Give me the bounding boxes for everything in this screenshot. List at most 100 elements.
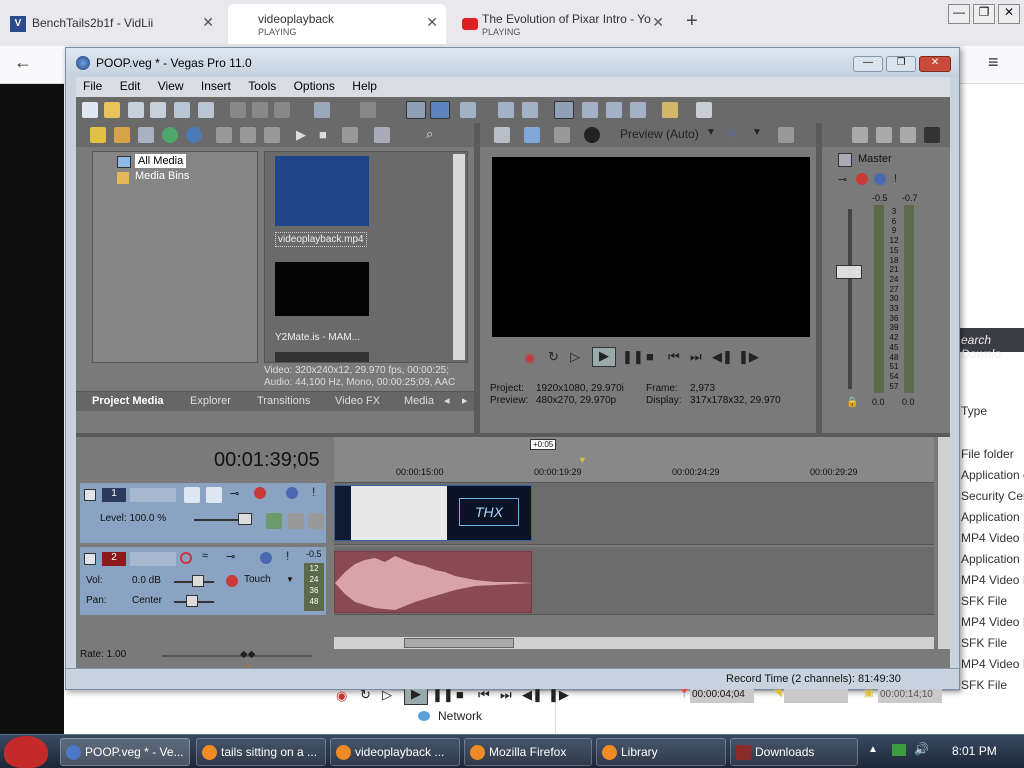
close-tab-icon[interactable]: ✕ bbox=[202, 14, 214, 31]
master-fader-handle[interactable] bbox=[836, 265, 862, 279]
get-media-icon[interactable] bbox=[138, 127, 154, 143]
invert-phase-icon[interactable]: ≈ bbox=[202, 550, 208, 562]
snap-icon[interactable] bbox=[460, 102, 476, 118]
volume-icon[interactable]: 🔊 bbox=[914, 742, 929, 756]
solo-icon[interactable]: ! bbox=[894, 173, 897, 185]
lock-envelopes-icon[interactable] bbox=[522, 102, 538, 118]
tab-project-media[interactable]: Project Media bbox=[92, 395, 164, 407]
tab-scroll-left-icon[interactable]: ◂ bbox=[444, 394, 450, 407]
auto-preview-icon[interactable] bbox=[342, 127, 358, 143]
mute-icon[interactable] bbox=[874, 173, 886, 185]
cursor-tool-icon[interactable] bbox=[554, 101, 574, 119]
tab-transitions[interactable]: Transitions bbox=[257, 395, 310, 407]
fx-gear-icon[interactable] bbox=[254, 487, 266, 499]
media-scrollbar[interactable] bbox=[453, 154, 465, 360]
clock[interactable]: 8:01 PM bbox=[952, 744, 997, 758]
go-to-end-icon[interactable]: ⏭ bbox=[500, 687, 512, 703]
level-slider-handle[interactable] bbox=[238, 513, 252, 525]
make-compositing-parent-icon[interactable] bbox=[288, 513, 304, 529]
search-icon[interactable]: ⌕ bbox=[426, 126, 433, 142]
pan-slider-handle[interactable] bbox=[186, 595, 198, 607]
timeline-hscrollbar[interactable] bbox=[334, 637, 934, 649]
overlays-icon[interactable]: # bbox=[728, 126, 735, 141]
network-item[interactable]: Network bbox=[438, 709, 482, 723]
auto-ripple-icon[interactable] bbox=[498, 102, 514, 118]
import-media-icon[interactable] bbox=[90, 127, 106, 143]
menu-view[interactable]: View bbox=[151, 77, 191, 95]
track-name-field[interactable] bbox=[130, 552, 176, 566]
previous-frame-icon[interactable]: ◀❚ bbox=[522, 687, 543, 703]
track-motion-icon[interactable] bbox=[184, 487, 200, 503]
preview-quality-dropdown[interactable]: Preview (Auto) bbox=[620, 127, 699, 141]
go-to-end-icon[interactable]: ⏭ bbox=[690, 349, 702, 365]
close-tab-icon[interactable]: ✕ bbox=[652, 14, 664, 31]
menu-insert[interactable]: Insert bbox=[194, 77, 238, 95]
media-fx-icon[interactable] bbox=[186, 127, 202, 143]
stop-icon[interactable]: ■ bbox=[319, 127, 327, 142]
insert-fx-icon[interactable]: ⊸ bbox=[838, 173, 847, 186]
track-fx-icon[interactable] bbox=[206, 487, 222, 503]
new-tab-button[interactable]: + bbox=[686, 10, 698, 33]
tab-scroll-right-icon[interactable]: ▸ bbox=[462, 394, 468, 407]
play-icon[interactable]: ▶ bbox=[592, 347, 616, 367]
selection-start-field[interactable] bbox=[784, 687, 848, 703]
make-compositing-child-icon[interactable] bbox=[308, 513, 324, 529]
start-button-angry-bird-icon[interactable] bbox=[4, 736, 48, 768]
track-expand-icon[interactable] bbox=[84, 553, 96, 565]
solo-icon[interactable]: ! bbox=[286, 549, 289, 563]
marker-flag-icon[interactable]: ▼ bbox=[578, 455, 587, 465]
mute-icon[interactable] bbox=[260, 552, 272, 564]
media-fx-plug-icon[interactable] bbox=[264, 127, 280, 143]
properties-icon[interactable] bbox=[240, 127, 256, 143]
help-pointer-icon[interactable] bbox=[696, 102, 712, 118]
previous-frame-icon[interactable]: ◀❚ bbox=[712, 349, 733, 365]
lock-icon[interactable]: 🔒 bbox=[846, 397, 858, 408]
video-event[interactable]: THX bbox=[334, 485, 532, 541]
save-as-icon[interactable] bbox=[150, 102, 166, 118]
remove-icon[interactable] bbox=[216, 127, 232, 143]
taskbar-item-vegas[interactable]: POOP.veg * - Ve... bbox=[60, 738, 190, 766]
next-frame-icon[interactable]: ❚▶ bbox=[548, 687, 569, 703]
record-icon[interactable]: ◉ bbox=[524, 350, 535, 366]
save-icon[interactable] bbox=[128, 102, 144, 118]
menu-edit[interactable]: Edit bbox=[113, 77, 148, 95]
views-icon[interactable] bbox=[374, 127, 390, 143]
normal-edit-tool-icon[interactable] bbox=[406, 101, 426, 119]
go-to-start-icon[interactable]: ⏮ bbox=[668, 349, 680, 365]
audio-track-header[interactable]: 2 ≈ ⊸ ! Vol: 0.0 dB Touch ▼ Pan: Center … bbox=[80, 547, 326, 615]
dim-output-icon[interactable] bbox=[900, 127, 916, 143]
media-filename[interactable]: Y2Mate.is - MAM... bbox=[275, 332, 360, 343]
minimize-button[interactable]: — bbox=[853, 56, 883, 72]
split-screen-icon[interactable] bbox=[584, 127, 600, 143]
hscroll-thumb[interactable] bbox=[404, 638, 514, 648]
chevron-down-icon[interactable]: ▼ bbox=[706, 127, 716, 138]
tab-video-fx[interactable]: Video FX bbox=[335, 395, 380, 407]
taskbar-item-firefox-videoplayback[interactable]: videoplayback ... bbox=[330, 738, 460, 766]
network-tray-icon[interactable] bbox=[892, 744, 906, 756]
next-frame-icon[interactable]: ❚▶ bbox=[738, 349, 759, 365]
mute-icon[interactable] bbox=[286, 487, 298, 499]
track-name-field[interactable] bbox=[130, 488, 176, 502]
timeline-ruler[interactable]: +0:05 ▼ 00:00:15:00 00:00:19:29 00:00:24… bbox=[334, 437, 934, 483]
solo-icon[interactable]: ! bbox=[312, 485, 315, 499]
timeline-vscrollbar[interactable] bbox=[938, 437, 950, 649]
vol-slider-handle[interactable] bbox=[192, 575, 204, 587]
crossfade-icon[interactable] bbox=[582, 102, 598, 118]
stop-icon[interactable]: ■ bbox=[456, 687, 464, 702]
rate-slider-handle[interactable]: ◆◆ bbox=[240, 649, 255, 660]
preview-properties-icon[interactable] bbox=[494, 127, 510, 143]
cut-icon[interactable] bbox=[230, 102, 246, 118]
cursor-position[interactable]: 00:00:04;04 bbox=[690, 687, 754, 703]
copy-icon[interactable] bbox=[252, 102, 268, 118]
automation-mode[interactable]: Touch bbox=[244, 574, 271, 585]
properties-icon[interactable] bbox=[174, 102, 190, 118]
close-window-button[interactable]: ✕ bbox=[998, 4, 1020, 24]
back-arrow-icon[interactable]: ← bbox=[14, 52, 32, 73]
type-column-header[interactable]: Type bbox=[961, 404, 987, 418]
media-filename[interactable]: videoplayback.mp4 bbox=[275, 232, 367, 247]
render-icon[interactable] bbox=[198, 102, 214, 118]
menu-options[interactable]: Options bbox=[287, 77, 342, 95]
browser-tab-vidlii[interactable]: V BenchTails2b1f - VidLii ✕ bbox=[0, 4, 222, 44]
play-icon[interactable]: ▶ bbox=[296, 127, 306, 143]
maximize-button[interactable]: ❐ bbox=[886, 56, 916, 72]
